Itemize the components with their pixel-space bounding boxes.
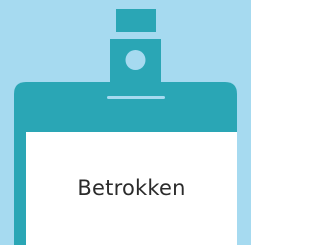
clip-hole xyxy=(125,50,146,70)
clip-slot xyxy=(107,96,165,99)
badge-label: Betrokken xyxy=(77,176,186,200)
clip-strap xyxy=(116,9,156,32)
